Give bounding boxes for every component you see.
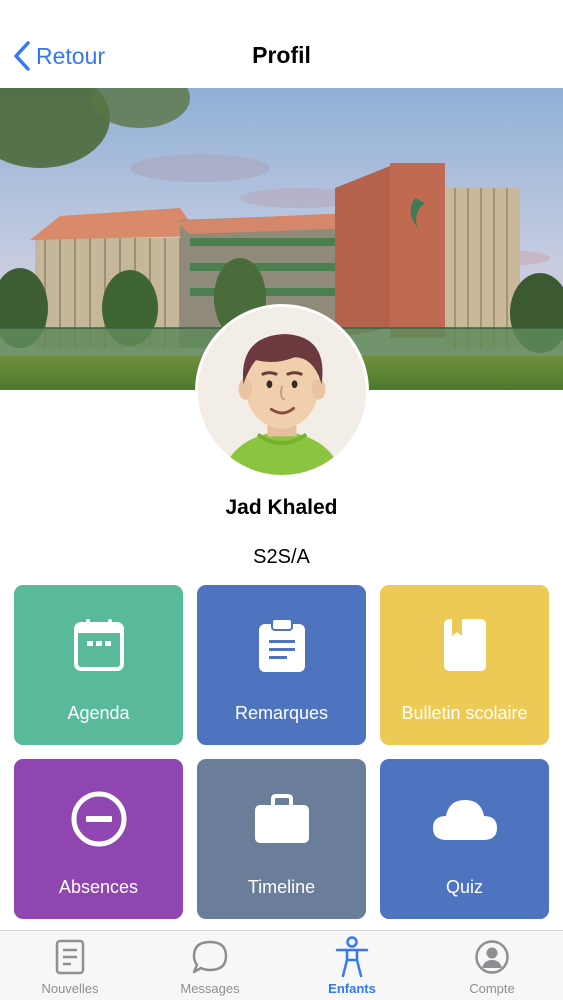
clipboard-icon xyxy=(258,618,305,672)
tab-messages[interactable]: Messages xyxy=(140,931,280,1000)
account-circle-icon xyxy=(475,940,509,974)
page-title: Profil xyxy=(252,42,311,68)
absences-label: Absences xyxy=(58,877,139,897)
chat-bubble-icon xyxy=(192,940,228,974)
cloud-icon xyxy=(432,800,497,840)
quiz-label: Quiz xyxy=(445,877,483,897)
agenda-label: Agenda xyxy=(67,703,130,723)
remarques-tile[interactable]: Remarques xyxy=(197,585,366,745)
navigation-bar: Retour Profil xyxy=(0,0,563,88)
bulletin-scolaire-tile[interactable]: Bulletin scolaire xyxy=(380,585,549,745)
absences-tile[interactable]: Absences xyxy=(14,759,183,919)
minus-circle-icon xyxy=(71,791,126,847)
document-icon xyxy=(55,939,85,975)
avatar xyxy=(195,304,369,478)
tab-nouvelles[interactable]: Nouvelles xyxy=(0,931,140,1000)
tab-enfants-label: Enfants xyxy=(328,981,376,996)
tab-compte-label: Compte xyxy=(469,981,515,996)
book-icon xyxy=(443,619,486,671)
student-name: Jad Khaled xyxy=(225,496,338,519)
tab-enfants[interactable]: Enfants xyxy=(282,931,422,1000)
tab-nouvelles-label: Nouvelles xyxy=(41,981,99,996)
tab-messages-label: Messages xyxy=(180,981,240,996)
calendar-icon xyxy=(73,619,124,671)
student-class: S2S/A xyxy=(253,546,310,568)
tab-bar: Nouvelles Messages Enfants Compte xyxy=(0,930,563,1000)
person-icon xyxy=(335,936,369,978)
quiz-tile[interactable]: Quiz xyxy=(380,759,549,919)
agenda-tile[interactable]: Agenda xyxy=(14,585,183,745)
timeline-tile[interactable]: Timeline xyxy=(197,759,366,919)
tab-compte[interactable]: Compte xyxy=(422,931,562,1000)
remarques-label: Remarques xyxy=(234,703,329,723)
bulletin-scolaire-label: Bulletin scolaire xyxy=(401,703,528,723)
timeline-label: Timeline xyxy=(247,877,316,897)
briefcase-icon xyxy=(254,794,309,843)
